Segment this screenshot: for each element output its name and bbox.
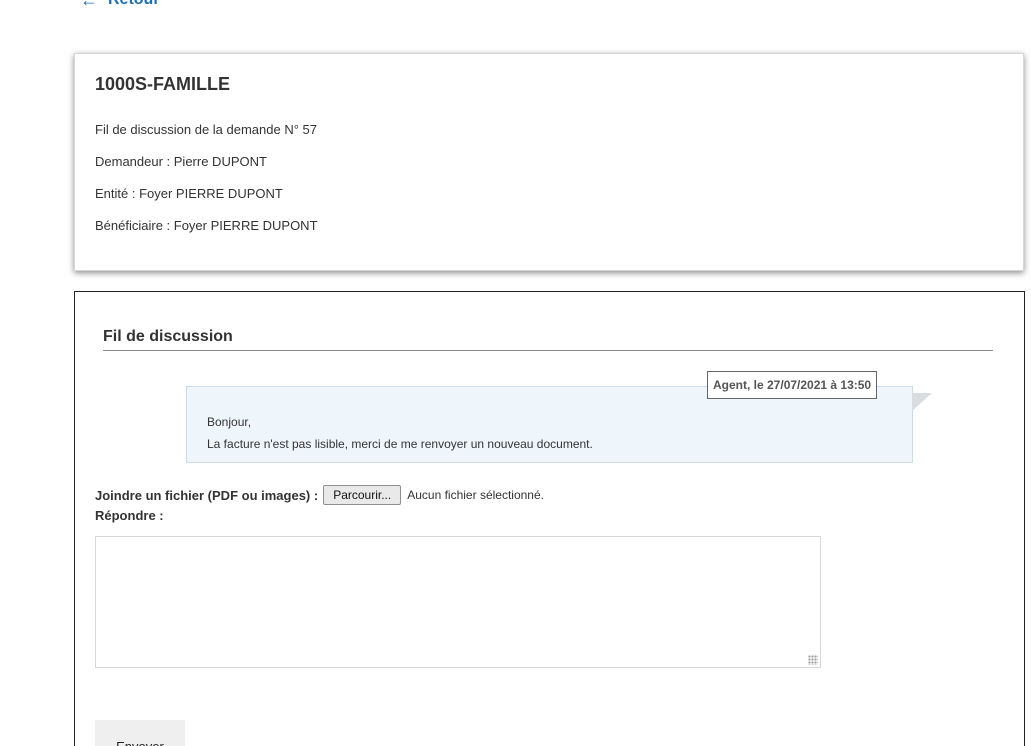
back-link[interactable]: ← Retour [80, 0, 160, 9]
request-info-card: 1000S-FAMILLE Fil de discussion de la de… [74, 53, 1024, 271]
entity-info: Entité : Foyer PIERRE DUPONT [95, 186, 283, 201]
thread-divider [103, 350, 993, 351]
selected-file-status: Aucun fichier sélectionné. [407, 488, 544, 502]
textarea-resize-handle[interactable] [808, 655, 818, 665]
discussion-thread-card: Fil de discussion Bonjour, La facture n'… [74, 291, 1025, 746]
message-author-date: Agent, le 27/07/2021 à 13:50 [707, 371, 878, 399]
beneficiary-info: Bénéficiaire : Foyer PIERRE DUPONT [95, 218, 318, 233]
message-tail [912, 393, 932, 411]
attach-file-label: Joindre un fichier (PDF ou images) : [95, 487, 319, 503]
arrow-left-icon: ← [80, 0, 98, 10]
back-link-label: Retour [108, 0, 160, 9]
browse-file-button[interactable]: Parcourir... [323, 485, 402, 505]
requester-info: Demandeur : Pierre DUPONT [95, 154, 267, 169]
reply-textarea[interactable] [95, 536, 821, 668]
thread-request-number: Fil de discussion de la demande N° 57 [95, 122, 317, 137]
reply-label: Répondre : [95, 508, 164, 523]
request-title: 1000S-FAMILLE [95, 74, 231, 94]
page: ← Retour 1000S-FAMILLE Fil de discussion… [0, 0, 1031, 746]
thread-title: Fil de discussion [103, 328, 233, 345]
send-button[interactable]: Envoyer [95, 720, 185, 746]
attach-file-row: Joindre un fichier (PDF ou images) : Par… [95, 485, 544, 505]
message-line: Bonjour, [207, 415, 252, 429]
message-line: La facture n'est pas lisible, merci de m… [207, 437, 593, 451]
